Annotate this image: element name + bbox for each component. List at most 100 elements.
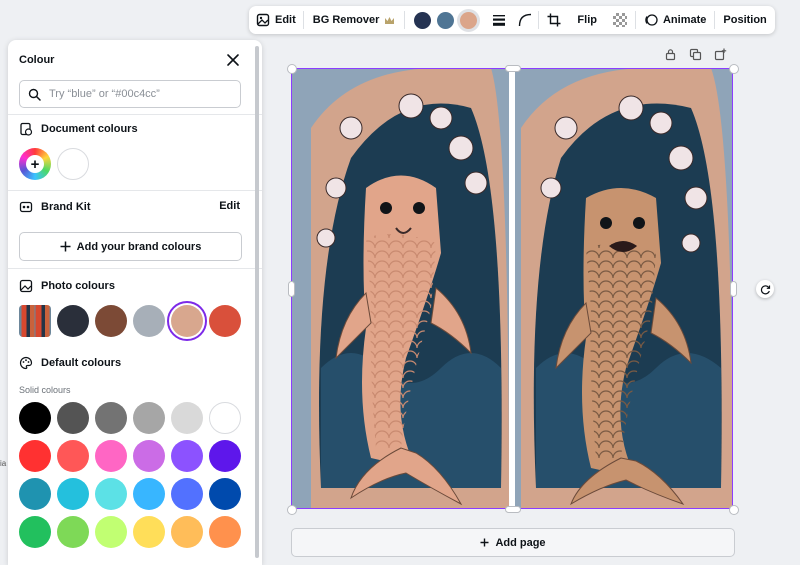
transparency-button[interactable] (605, 6, 635, 34)
search-icon (28, 88, 41, 101)
default-colour-swatch[interactable] (171, 440, 203, 472)
add-page-label: Add page (495, 536, 546, 549)
rotate-button[interactable] (756, 280, 774, 298)
resize-handle[interactable] (729, 505, 739, 515)
panel-title: Colour (19, 54, 55, 66)
image-colour-swatches (405, 11, 486, 29)
default-colour-swatch[interactable] (133, 402, 165, 434)
resize-handle[interactable] (505, 65, 521, 72)
solid-colours-label: Solid colours (19, 385, 71, 395)
corner-rounding-button[interactable] (512, 6, 538, 34)
transparency-icon (612, 13, 627, 27)
contextual-toolbar: Edit BG Remover Flip Animate Position (249, 6, 775, 34)
default-colour-swatch[interactable] (57, 478, 89, 510)
left-tattoo-panel (291, 68, 509, 509)
resize-handle[interactable] (505, 506, 521, 513)
plus-icon: + (26, 155, 44, 173)
offscreen-text-fragment: ia (0, 459, 7, 468)
bg-remover-button[interactable]: BG Remover (304, 6, 405, 34)
edit-image-button[interactable]: Edit (249, 6, 303, 34)
colour-search (19, 80, 241, 108)
add-page-icon[interactable] (714, 48, 727, 61)
crop-icon (547, 13, 561, 27)
photo-colour-swatch[interactable] (209, 305, 241, 337)
default-colour-swatch[interactable] (19, 402, 51, 434)
add-colour-button[interactable]: + (19, 148, 51, 180)
photo-colours-header: Photo colours (19, 279, 115, 293)
default-colour-swatch[interactable] (133, 516, 165, 548)
flip-button[interactable]: Flip (569, 6, 605, 34)
toolbar-colour-swatch[interactable] (460, 11, 478, 29)
divider (8, 114, 262, 115)
photo-colour-swatch[interactable] (133, 305, 165, 337)
default-colour-swatch[interactable] (209, 402, 241, 434)
add-brand-colours-button[interactable]: Add your brand colours (19, 232, 242, 261)
document-colour-swatch[interactable] (57, 148, 89, 180)
search-input[interactable] (47, 87, 231, 101)
close-icon[interactable] (224, 51, 242, 69)
default-colour-swatch[interactable] (19, 440, 51, 472)
animate-button[interactable]: Animate (636, 6, 714, 34)
brand-kit-icon (19, 201, 33, 213)
photo-colour-swatch[interactable] (167, 301, 207, 341)
document-colours-title: Document colours (41, 123, 138, 135)
photo-thumbnail[interactable] (19, 305, 51, 337)
animate-label: Animate (662, 14, 707, 26)
colour-panel: Colour Document colours + Brand Kit Edit… (8, 40, 262, 565)
add-page-button[interactable]: Add page (291, 528, 735, 557)
page-tools (664, 48, 727, 61)
bg-remover-label: BG Remover (312, 14, 380, 26)
document-colours-header: Document colours (19, 122, 138, 136)
palette-icon (19, 356, 33, 370)
koi-tattoo-image[interactable] (291, 68, 733, 509)
default-colours-title: Default colours (41, 357, 122, 369)
default-colour-swatch[interactable] (171, 516, 203, 548)
line-weight-icon (493, 15, 506, 26)
default-colour-swatch[interactable] (57, 516, 89, 548)
divider (8, 268, 262, 269)
brand-kit-header: Brand Kit (19, 200, 91, 214)
resize-handle[interactable] (287, 505, 297, 515)
default-colour-swatch[interactable] (133, 440, 165, 472)
default-colour-swatch[interactable] (171, 402, 203, 434)
duplicate-icon[interactable] (689, 48, 702, 61)
paint-palette-document-icon (20, 122, 33, 136)
resize-handle[interactable] (730, 281, 737, 297)
default-colour-swatch[interactable] (133, 478, 165, 510)
panel-scrollbar[interactable] (255, 46, 259, 558)
position-label: Position (723, 14, 767, 26)
rotate-icon (760, 284, 770, 294)
lock-icon[interactable] (664, 48, 677, 61)
line-weight-button[interactable] (486, 6, 512, 34)
default-colour-swatch[interactable] (171, 478, 203, 510)
corner-rounding-icon (519, 13, 532, 27)
brand-kit-edit-link[interactable]: Edit (219, 200, 240, 212)
default-colour-swatch[interactable] (95, 516, 127, 548)
plus-icon (480, 538, 489, 547)
canvas-page[interactable] (291, 68, 733, 509)
default-colour-swatch[interactable] (209, 516, 241, 548)
default-colour-swatch[interactable] (95, 402, 127, 434)
photo-colour-swatch[interactable] (95, 305, 127, 337)
default-colour-swatch[interactable] (57, 440, 89, 472)
default-colour-swatch[interactable] (95, 478, 127, 510)
position-button[interactable]: Position (715, 6, 774, 34)
default-colour-swatch[interactable] (209, 440, 241, 472)
toolbar-colour-swatch[interactable] (414, 11, 432, 29)
crop-button[interactable] (539, 6, 569, 34)
add-brand-colours-label: Add your brand colours (76, 240, 202, 253)
default-colour-swatch[interactable] (57, 402, 89, 434)
brand-kit-title: Brand Kit (41, 201, 91, 213)
default-colour-swatch[interactable] (209, 478, 241, 510)
edit-label: Edit (275, 14, 296, 26)
toolbar-colour-swatch[interactable] (437, 11, 455, 29)
default-colour-swatch[interactable] (19, 516, 51, 548)
image-edit-icon (256, 13, 270, 27)
flip-label: Flip (577, 14, 597, 26)
resize-handle[interactable] (287, 64, 297, 74)
default-colour-swatch[interactable] (95, 440, 127, 472)
default-colour-swatch[interactable] (19, 478, 51, 510)
photo-colour-swatch[interactable] (57, 305, 89, 337)
resize-handle[interactable] (288, 281, 295, 297)
resize-handle[interactable] (729, 64, 739, 74)
